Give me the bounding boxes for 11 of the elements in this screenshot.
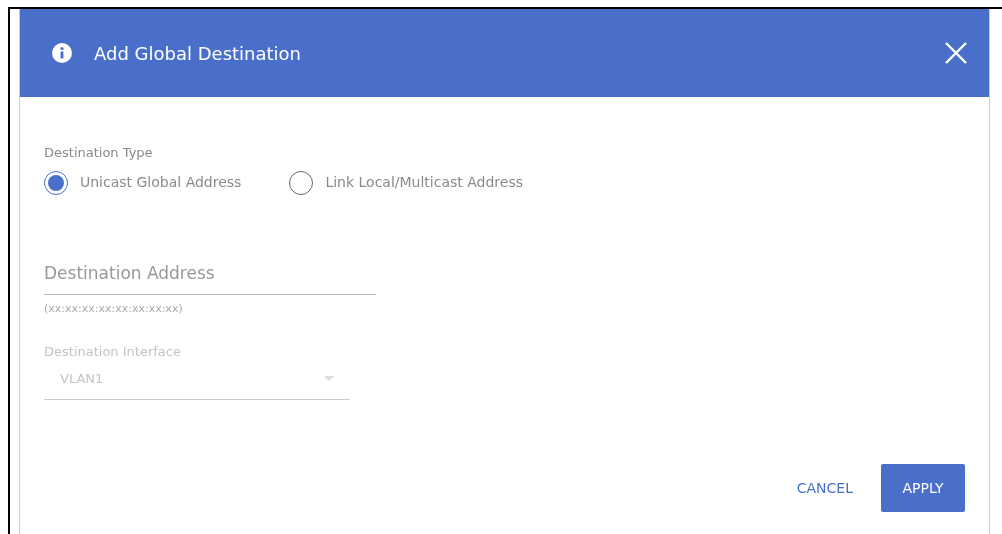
field-label: Destination Interface — [44, 342, 182, 361]
dialog-title: Add Global Destination — [94, 41, 301, 66]
caret-icon — [324, 375, 334, 382]
radio-option[interactable]: Unicast Global Address — [44, 170, 242, 195]
apply-button[interactable]: APPLY — [881, 464, 965, 512]
radio-option[interactable]: Link Local/Multicast Address — [289, 170, 523, 195]
cancel-button[interactable]: CANCEL — [796, 465, 853, 511]
format-hint: (xx:xx:xx:xx:xx:xx:xx:xx) — [44, 301, 184, 317]
info-icon — [52, 43, 72, 63]
close-button[interactable] — [945, 42, 967, 64]
field-label: Destination Type — [44, 144, 154, 162]
